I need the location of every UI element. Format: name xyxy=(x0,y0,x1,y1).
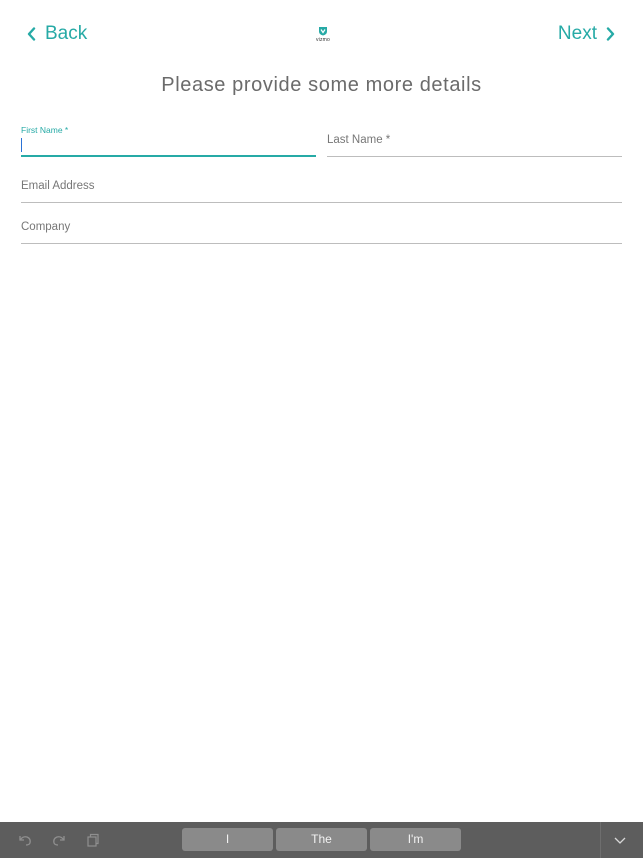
vizmo-logo: vizmo xyxy=(311,26,335,44)
email-placeholder: Email Address xyxy=(21,180,95,192)
back-label: Back xyxy=(45,23,88,44)
navigation-bar: Back vizmo Next xyxy=(0,0,643,68)
keyboard-suggestion-bar: I The I'm xyxy=(0,822,643,858)
chevron-right-icon xyxy=(606,27,615,41)
keyboard-dismiss-icon[interactable] xyxy=(612,832,628,848)
company-underline xyxy=(21,243,622,244)
company-placeholder: Company xyxy=(21,221,71,233)
suggestion-item[interactable]: I xyxy=(182,828,273,851)
last-name-field[interactable]: Last Name * xyxy=(327,125,622,157)
first-name-field[interactable]: First Name * xyxy=(21,125,316,157)
paste-icon[interactable] xyxy=(85,832,101,848)
first-name-underline xyxy=(21,155,316,157)
company-field[interactable]: Company xyxy=(21,213,622,244)
undo-icon[interactable] xyxy=(17,832,33,848)
email-underline xyxy=(21,202,622,203)
logo-text: vizmo xyxy=(315,37,331,43)
keyboard-divider xyxy=(600,822,601,858)
page-title: Please provide some more details xyxy=(161,74,482,96)
chevron-left-icon xyxy=(27,27,36,41)
last-name-placeholder: Last Name * xyxy=(327,134,391,146)
next-button[interactable]: Next xyxy=(558,22,615,46)
email-field[interactable]: Email Address xyxy=(21,172,622,203)
vizmo-logo-icon xyxy=(318,26,328,36)
text-caret xyxy=(21,138,22,152)
last-name-underline xyxy=(327,156,622,157)
suggestion-item[interactable]: The xyxy=(276,828,367,851)
next-label: Next xyxy=(557,23,597,44)
back-button[interactable]: Back xyxy=(27,22,87,46)
redo-icon[interactable] xyxy=(51,832,67,848)
suggestion-item[interactable]: I'm xyxy=(370,828,461,851)
first-name-label: First Name * xyxy=(21,125,69,135)
